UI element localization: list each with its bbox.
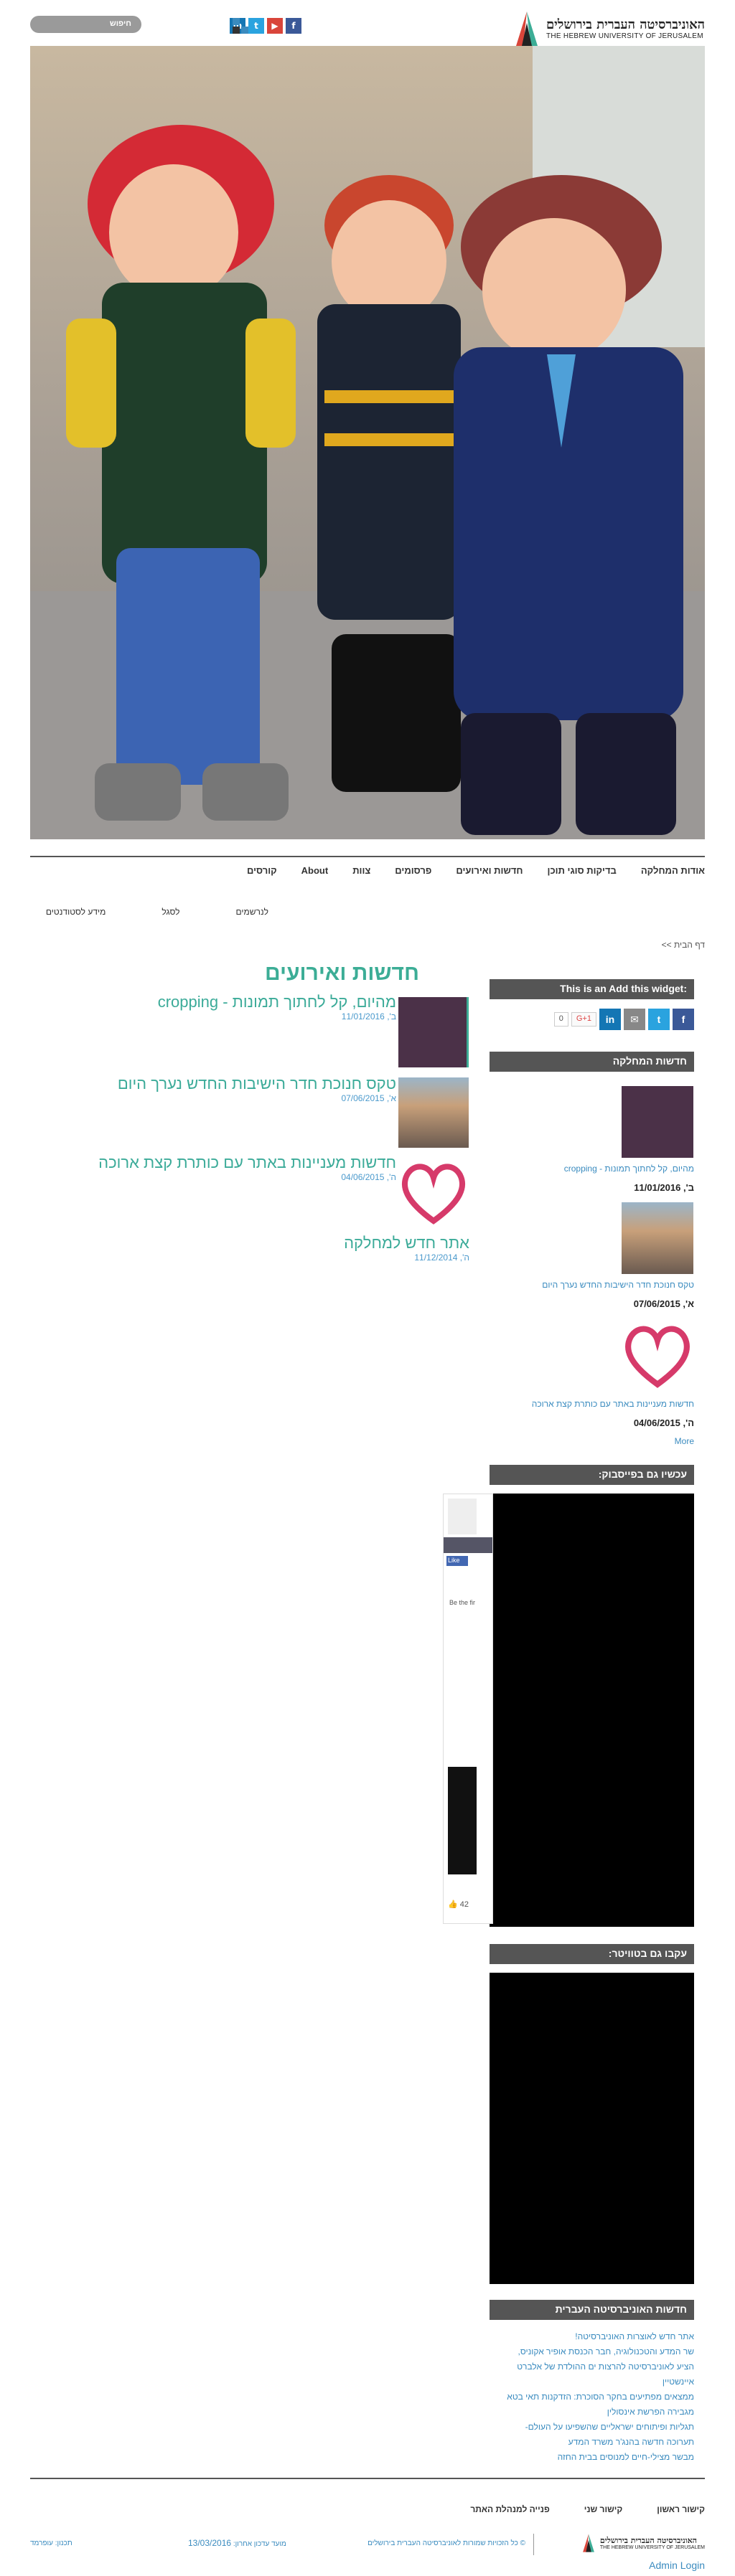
mosaic-icon [233, 18, 248, 34]
sidebar-news-item[interactable]: חדשות מעניינות באתר עם כותרת קצת ארוכה ה… [490, 1399, 694, 1428]
gplus-count: 0 [553, 1012, 568, 1027]
huji-news-link[interactable]: מגבירה הפרשת אינסולין [486, 2405, 694, 2420]
top-bar: האוניברסיטה העברית בירושלים THE HEBREW U… [0, 0, 735, 46]
facebook-icon[interactable]: f [673, 1009, 694, 1030]
huji-news-link[interactable]: אתר חדש לאוצרות האוניברסיטה! [486, 2329, 694, 2344]
footer-link-second[interactable]: קישור שני [584, 2504, 622, 2514]
department-news-title: חדשות המחלקה [490, 1052, 694, 1072]
sidebar-news-item[interactable]: מהיום, קל לחתוך תמונות - cropping ב', 11… [490, 1164, 694, 1193]
hero-image [30, 46, 705, 839]
news-item[interactable]: מהיום, קל לחתוך תמונות - cropping ב', 11… [138, 993, 396, 1022]
news-date: ב', 11/01/2016 [341, 1011, 396, 1022]
menorah-logo-icon [582, 2534, 594, 2552]
copyright-text: © כל הזכויות שמורות לאוניברסיטה העברית ב… [368, 2539, 525, 2547]
news-item[interactable]: חדשות מעניינות באתר עם כותרת קצת ארוכה ה… [80, 1153, 396, 1182]
facebook-embed[interactable] [490, 1494, 694, 1927]
university-logo[interactable]: האוניברסיטה העברית בירושלים THE HEBREW U… [497, 9, 705, 49]
facebook-widget-title: עכשיו גם בפייסבוק: [490, 1465, 694, 1485]
logo-hebrew-text: האוניברסיטה העברית בירושלים [546, 17, 705, 32]
news-thumbnail[interactable] [398, 997, 469, 1067]
news-item[interactable]: טקס חנוכת חדר הישיבות החדש נערך היום א',… [95, 1075, 396, 1103]
heart-icon[interactable] [622, 1320, 693, 1392]
menorah-logo-icon [513, 9, 540, 49]
news-thumbnail[interactable] [622, 1202, 693, 1274]
share-buttons: 0 G+1 in ✉ t f [553, 1009, 694, 1030]
huji-news-link[interactable]: ממצאים מפתיעים בחקר הסוכרת: הזדקנות תאי … [486, 2389, 694, 2405]
twitter-icon[interactable]: t [248, 18, 264, 34]
sidebar-news-title[interactable]: טקס חנוכת חדר הישיבות החדש נערך היום [490, 1280, 694, 1290]
huji-news-link[interactable]: שר המדע והטכנולוגיה, חבר הכנסת אופיר אקו… [486, 2344, 694, 2359]
facebook-icon[interactable]: f [286, 18, 301, 34]
nav-item-registrants[interactable]: לנרשמים [236, 907, 268, 917]
sidebar-news-date: ה', 04/06/2015 [633, 1417, 694, 1428]
news-thumbnail[interactable] [398, 1077, 469, 1148]
news-thumbnail[interactable] [622, 1086, 693, 1158]
facebook-page-logo [448, 1499, 477, 1534]
more-link[interactable]: More [490, 1436, 694, 1446]
sidebar-news-date: ב', 11/01/2016 [634, 1182, 694, 1193]
huji-news-list: אתר חדש לאוצרות האוניברסיטה! שר המדע והט… [486, 2329, 694, 2465]
huji-news-link[interactable]: הציע לאוניברסיטה להרצות ים ההולדת של אלב… [486, 2359, 694, 2374]
news-title[interactable]: אתר חדש למחלקה [254, 1234, 469, 1252]
footer-link-first[interactable]: קישור ראשון [657, 2504, 705, 2514]
sidebar-news-title[interactable]: חדשות מעניינות באתר עם כותרת קצת ארוכה [490, 1399, 694, 1409]
sub-navigation: לנרשמים לסגל מידע לסטודנטים [46, 907, 268, 917]
news-date: א', 07/06/2015 [341, 1093, 396, 1103]
footer-bottom: האוניברסיטה העברית בירושלים THE HEBREW U… [30, 2532, 705, 2561]
logo-english-text: THE HEBREW UNIVERSITY OF JERUSALEM [546, 32, 703, 40]
nav-item-about-department[interactable]: אודות המחלקה [641, 865, 705, 876]
nav-item-content-tests[interactable]: בדיקות סוגי תוכן [548, 865, 617, 876]
linkedin-icon[interactable]: in [599, 1009, 621, 1030]
twitter-widget-title: עקבו גם בטוויטר: [490, 1944, 694, 1964]
sidebar-news-item[interactable]: טקס חנוכת חדר הישיבות החדש נערך היום א',… [490, 1280, 694, 1309]
search-input[interactable]: חיפוש [30, 16, 141, 33]
sidebar-news-date: א', 07/06/2015 [633, 1298, 694, 1309]
design-credit[interactable]: תכנון: עופרמד [30, 2539, 72, 2547]
footer-link-contact[interactable]: פנייה למנהלת האתר [470, 2504, 549, 2514]
admin-login-link[interactable]: Admin Login [649, 2560, 705, 2571]
twitter-embed[interactable] [490, 1973, 694, 2284]
footer-divider [30, 2478, 705, 2479]
nav-item-student-info[interactable]: מידע לסטודנטים [46, 907, 106, 917]
facebook-like-button[interactable]: Like [446, 1556, 468, 1566]
huji-news-link[interactable]: תגליות ופיתוחים ישראליים שהשפיעו על העול… [486, 2420, 694, 2435]
facebook-page-card[interactable]: Like Be the fir 👍 42 [443, 1494, 493, 1924]
email-icon[interactable]: ✉ [624, 1009, 645, 1030]
breadcrumb[interactable]: דף הבית >> [662, 940, 705, 950]
huji-news-link[interactable]: מבשר מצילי-חיים למנוסים בבית החזה [486, 2450, 694, 2465]
nav-item-news-events[interactable]: חדשות ואירועים [456, 865, 523, 876]
huji-news-link[interactable]: תערוכה חדשה בהנג'ר משרד המדע [486, 2435, 694, 2450]
huji-news-title: חדשות האוניברסיטה העברית [490, 2300, 694, 2320]
last-updated-date: 13/03/2016 [188, 2538, 232, 2548]
nav-item-staff[interactable]: צוות [352, 865, 370, 876]
sidebar-news-title[interactable]: מהיום, קל לחתוך תמונות - cropping [490, 1164, 694, 1174]
news-date: ה', 04/06/2015 [341, 1172, 396, 1182]
huji-news-link[interactable]: איינשטיין [486, 2374, 694, 2389]
nav-item-about[interactable]: About [301, 865, 329, 876]
nav-item-publications[interactable]: פרסומים [395, 865, 431, 876]
last-updated: מועד עדכון אחרון: 13/03/2016 [188, 2538, 286, 2548]
news-title[interactable]: טקס חנוכת חדר הישיבות החדש נערך היום [95, 1075, 396, 1093]
news-item[interactable]: אתר חדש למחלקה ה', 11/12/2014 [254, 1234, 469, 1263]
facebook-like-count: 👍 42 [448, 1900, 469, 1909]
twitter-icon[interactable]: t [648, 1009, 670, 1030]
news-title[interactable]: מהיום, קל לחתוך תמונות - cropping [138, 993, 396, 1011]
gplus-button[interactable]: G+1 [571, 1012, 596, 1027]
youtube-icon[interactable]: ▶ [267, 18, 283, 34]
footer-logo[interactable]: האוניברסיטה העברית בירושלים THE HEBREW U… [581, 2532, 705, 2554]
footer-links: קישור ראשון קישור שני פנייה למנהלת האתר [470, 2504, 705, 2514]
news-title[interactable]: חדשות מעניינות באתר עם כותרת קצת ארוכה [80, 1153, 396, 1172]
news-date: ה', 11/12/2014 [414, 1252, 469, 1263]
divider [30, 856, 705, 857]
page-title: חדשות ואירועים [264, 961, 419, 985]
addthis-widget-title: This is an Add this widget: [490, 979, 694, 999]
facebook-be-first: Be the fir [449, 1599, 476, 1606]
heart-icon[interactable] [398, 1158, 469, 1228]
last-updated-label: מועד עדכון אחרון: [233, 2540, 286, 2548]
nav-item-faculty[interactable]: לסגל [161, 907, 179, 917]
nav-item-courses[interactable]: קורסים [247, 865, 277, 876]
main-navigation: אודות המחלקה בדיקות סוגי תוכן חדשות ואיר… [30, 865, 705, 876]
